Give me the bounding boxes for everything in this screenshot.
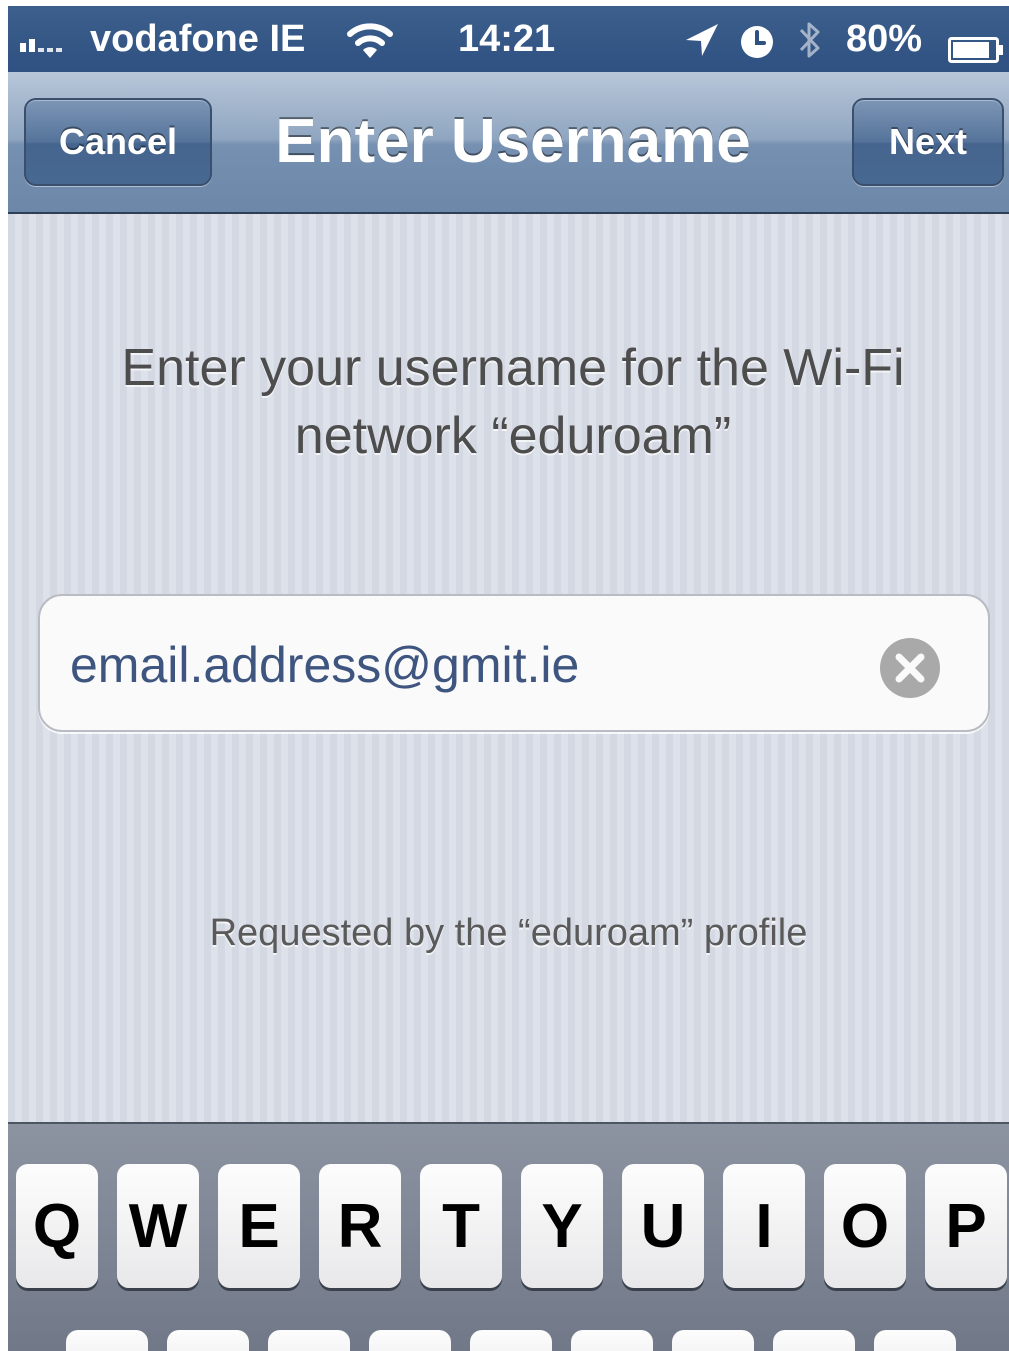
phone-screen: vodafone IE 14:21 80% Cancel Enter Usern… (8, 6, 1009, 1351)
key-i[interactable]: I (723, 1164, 805, 1288)
key-u[interactable]: U (622, 1164, 704, 1288)
keyboard-key[interactable] (773, 1330, 855, 1351)
signal-strength-icon (20, 28, 62, 52)
clock-icon (740, 24, 774, 58)
keyboard-key[interactable] (571, 1330, 653, 1351)
requested-by-text: Requested by the “eduroam” profile (209, 912, 808, 954)
keyboard-key[interactable] (874, 1330, 956, 1351)
key-p[interactable]: P (925, 1164, 1007, 1288)
key-q[interactable]: Q (16, 1164, 98, 1288)
keyboard-key[interactable] (369, 1330, 451, 1351)
key-o[interactable]: O (824, 1164, 906, 1288)
battery-icon (948, 28, 1004, 63)
keyboard-key[interactable] (167, 1330, 249, 1351)
keyboard-key[interactable] (66, 1330, 148, 1351)
carrier-name: vodafone IE (90, 18, 306, 60)
keyboard-key[interactable] (470, 1330, 552, 1351)
key-w[interactable]: W (117, 1164, 199, 1288)
clear-circle-x-icon[interactable] (880, 638, 940, 698)
navigation-bar: Cancel Enter Username Next (8, 72, 1009, 214)
page-title: Enter Username (275, 107, 751, 176)
keyboard-key[interactable] (672, 1330, 754, 1351)
cancel-button[interactable]: Cancel (24, 98, 212, 186)
bluetooth-icon (798, 18, 822, 62)
battery-percentage: 80% (846, 18, 923, 60)
username-prompt: Enter your username for the Wi-Fi networ… (38, 334, 988, 470)
keyboard-key[interactable] (268, 1330, 350, 1351)
next-button[interactable]: Next (852, 98, 1004, 186)
status-bar: vodafone IE 14:21 80% (8, 6, 1009, 72)
key-e[interactable]: E (218, 1164, 300, 1288)
prompt-line-1: Enter your username for the Wi-Fi (121, 339, 905, 397)
location-arrow-icon (684, 22, 720, 58)
prompt-line-2: network “eduroam” (294, 407, 732, 465)
username-input[interactable] (70, 630, 850, 700)
key-y[interactable]: Y (521, 1164, 603, 1288)
keyboard: Q W E R T Y U I O P (8, 1122, 1009, 1351)
status-time: 14:21 (458, 18, 556, 60)
wifi-icon (346, 20, 394, 60)
key-r[interactable]: R (319, 1164, 401, 1288)
key-t[interactable]: T (420, 1164, 502, 1288)
username-field[interactable] (38, 594, 990, 732)
